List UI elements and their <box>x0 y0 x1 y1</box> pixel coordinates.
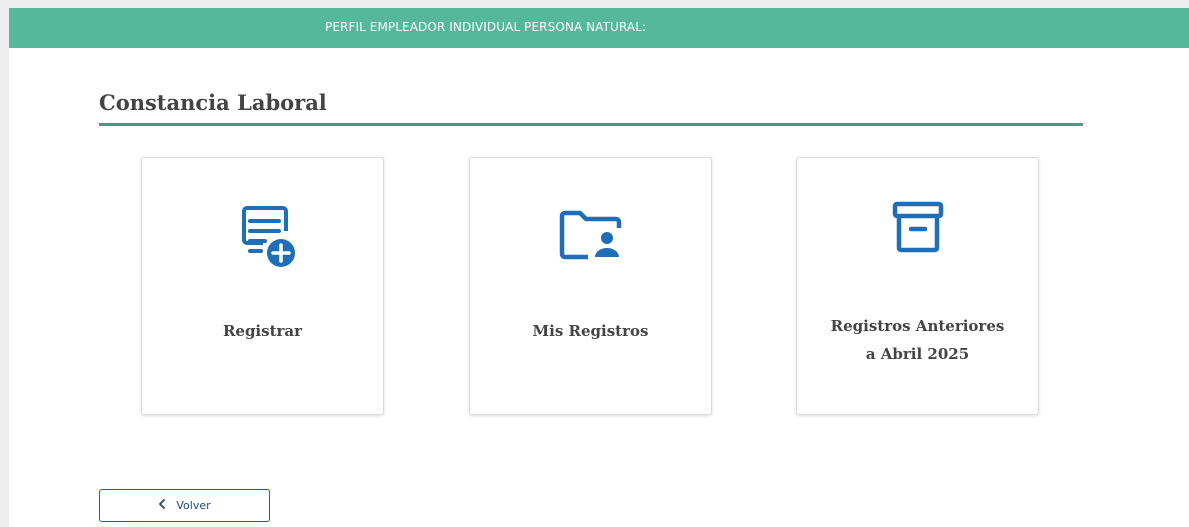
document-add-icon <box>242 206 295 267</box>
card-mis-registros[interactable]: Mis Registros <box>469 157 712 415</box>
back-label: Volver <box>176 499 211 512</box>
card-registrar[interactable]: Registrar <box>141 157 384 415</box>
top-bar: PERFIL EMPLEADOR INDIVIDUAL PERSONA NATU… <box>9 8 1189 48</box>
title-divider <box>99 123 1083 126</box>
back-button[interactable]: Volver <box>99 489 270 522</box>
folder-user-icon <box>559 210 622 260</box>
archive-box-icon <box>892 201 944 253</box>
card-registros-anteriores[interactable]: Registros Anteriores a Abril 2025 <box>796 157 1039 415</box>
page-title: Constancia Laboral <box>99 90 327 115</box>
profile-label: PERFIL EMPLEADOR INDIVIDUAL PERSONA NATU… <box>325 20 647 34</box>
card-label-line1: Registros Anteriores <box>830 317 1005 335</box>
chevron-left-icon <box>158 499 166 512</box>
card-label-line2: a Abril 2025 <box>865 345 970 363</box>
card-label: Registrar <box>222 322 303 340</box>
card-label: Mis Registros <box>532 322 649 340</box>
page: PERFIL EMPLEADOR INDIVIDUAL PERSONA NATU… <box>9 8 1189 527</box>
